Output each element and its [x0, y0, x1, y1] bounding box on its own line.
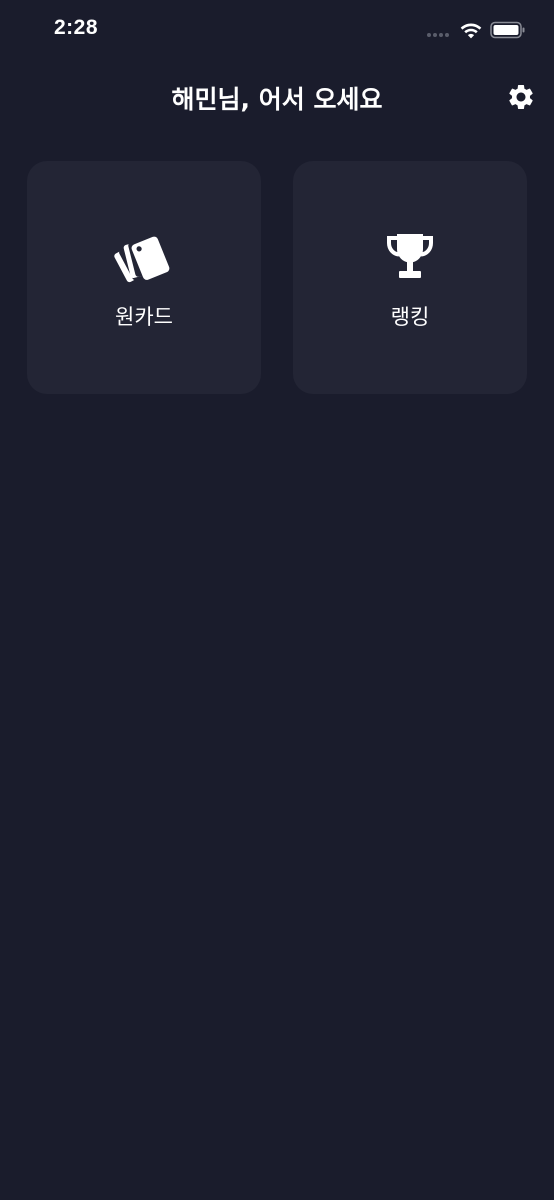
menu-tile-label: 랭킹 [390, 305, 430, 329]
status-bar: 2:28 [0, 0, 554, 60]
settings-button[interactable] [506, 82, 536, 112]
menu-tile-onecard[interactable]: 원카드 [27, 161, 261, 394]
cards-icon [114, 236, 170, 283]
signal-dots-icon [427, 33, 449, 37]
gear-icon [509, 85, 533, 109]
menu-tile-label: 원카드 [115, 305, 173, 329]
battery-icon [490, 21, 525, 39]
wifi-icon [460, 23, 482, 39]
status-time: 2:28 [54, 16, 99, 39]
trophy-icon [387, 234, 433, 278]
page-title: 해민님, 어서 오세요 [171, 85, 383, 114]
menu-tile-ranking[interactable]: 랭킹 [293, 161, 527, 394]
